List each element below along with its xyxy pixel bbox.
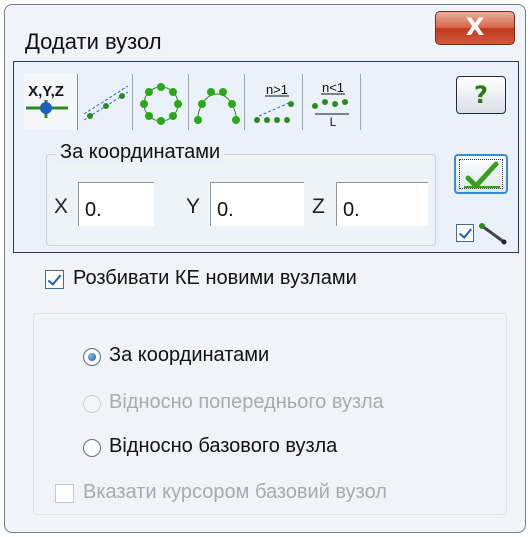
title-bar[interactable]: Додати вузол X bbox=[5, 5, 525, 57]
help-button[interactable]: ? bbox=[456, 76, 506, 114]
pick-tool-icon bbox=[479, 223, 507, 245]
apply-button[interactable] bbox=[454, 154, 508, 194]
tab-node-on-arc[interactable] bbox=[189, 74, 245, 130]
cursor-base-label: Вказати курсором базовий вузол bbox=[83, 481, 387, 503]
tab-xyz[interactable]: X,Y,Z bbox=[24, 74, 78, 130]
close-icon: X bbox=[465, 13, 485, 41]
xyz-node-icon: X,Y,Z bbox=[26, 83, 68, 118]
dialog-client: X,Y,Z n>1 n<1 L ? За координатами X 0. Y… bbox=[13, 61, 519, 523]
z-field[interactable] bbox=[337, 183, 428, 226]
arc-nodes-icon bbox=[194, 88, 240, 125]
tab-divide-n-less[interactable]: n<1 L bbox=[303, 74, 361, 130]
radio-by-coordinates-label: За координатами bbox=[109, 344, 270, 366]
x-label: X bbox=[54, 195, 69, 218]
svg-text:L: L bbox=[330, 115, 337, 129]
x-field-box bbox=[78, 182, 154, 226]
tool-checkbox[interactable] bbox=[456, 224, 474, 242]
divide-n-greater-icon: n>1 bbox=[254, 82, 294, 123]
split-fe-label: Розбивати КЕ новими вузлами bbox=[73, 267, 357, 289]
radio-by-coordinates[interactable] bbox=[83, 348, 101, 366]
circle-nodes-icon bbox=[140, 83, 182, 125]
radio-relative-previous-label: Відносно попереднього вузла bbox=[109, 391, 384, 413]
xyz-icon-text: X,Y,Z bbox=[28, 83, 64, 100]
y-field-box bbox=[210, 182, 304, 226]
coordinates-group-label: За координатами bbox=[56, 141, 225, 164]
radio-relative-previous[interactable] bbox=[83, 395, 101, 413]
y-field[interactable] bbox=[211, 183, 304, 226]
tab-panel: X,Y,Z n>1 n<1 L ? За координатами X 0. Y… bbox=[13, 61, 519, 253]
y-label: Y bbox=[186, 195, 201, 218]
line-nodes-icon bbox=[83, 85, 129, 121]
add-node-dialog: Додати вузол X X,Y,Z n>1 n<1 L ? За коор… bbox=[4, 4, 526, 533]
radio-relative-base[interactable] bbox=[83, 439, 101, 457]
checkmark-icon bbox=[464, 161, 500, 189]
split-fe-checkbox[interactable] bbox=[45, 270, 64, 289]
n-greater-text: n>1 bbox=[266, 82, 288, 97]
radio-relative-base-label: Відносно базового вузла bbox=[109, 435, 338, 457]
close-button[interactable]: X bbox=[435, 11, 515, 45]
z-field-box bbox=[336, 182, 428, 226]
cursor-base-checkbox[interactable] bbox=[55, 484, 74, 503]
n-less-text: n<1 bbox=[322, 80, 344, 95]
tab-node-on-line[interactable] bbox=[78, 74, 133, 130]
x-field[interactable] bbox=[79, 183, 154, 226]
z-label: Z bbox=[312, 195, 325, 218]
divide-n-less-icon: n<1 L bbox=[312, 80, 349, 129]
tab-divide-n-greater[interactable]: n>1 bbox=[245, 74, 303, 130]
tab-node-on-circle[interactable] bbox=[133, 74, 189, 130]
dialog-title: Додати вузол bbox=[25, 29, 162, 54]
help-icon: ? bbox=[474, 81, 488, 109]
